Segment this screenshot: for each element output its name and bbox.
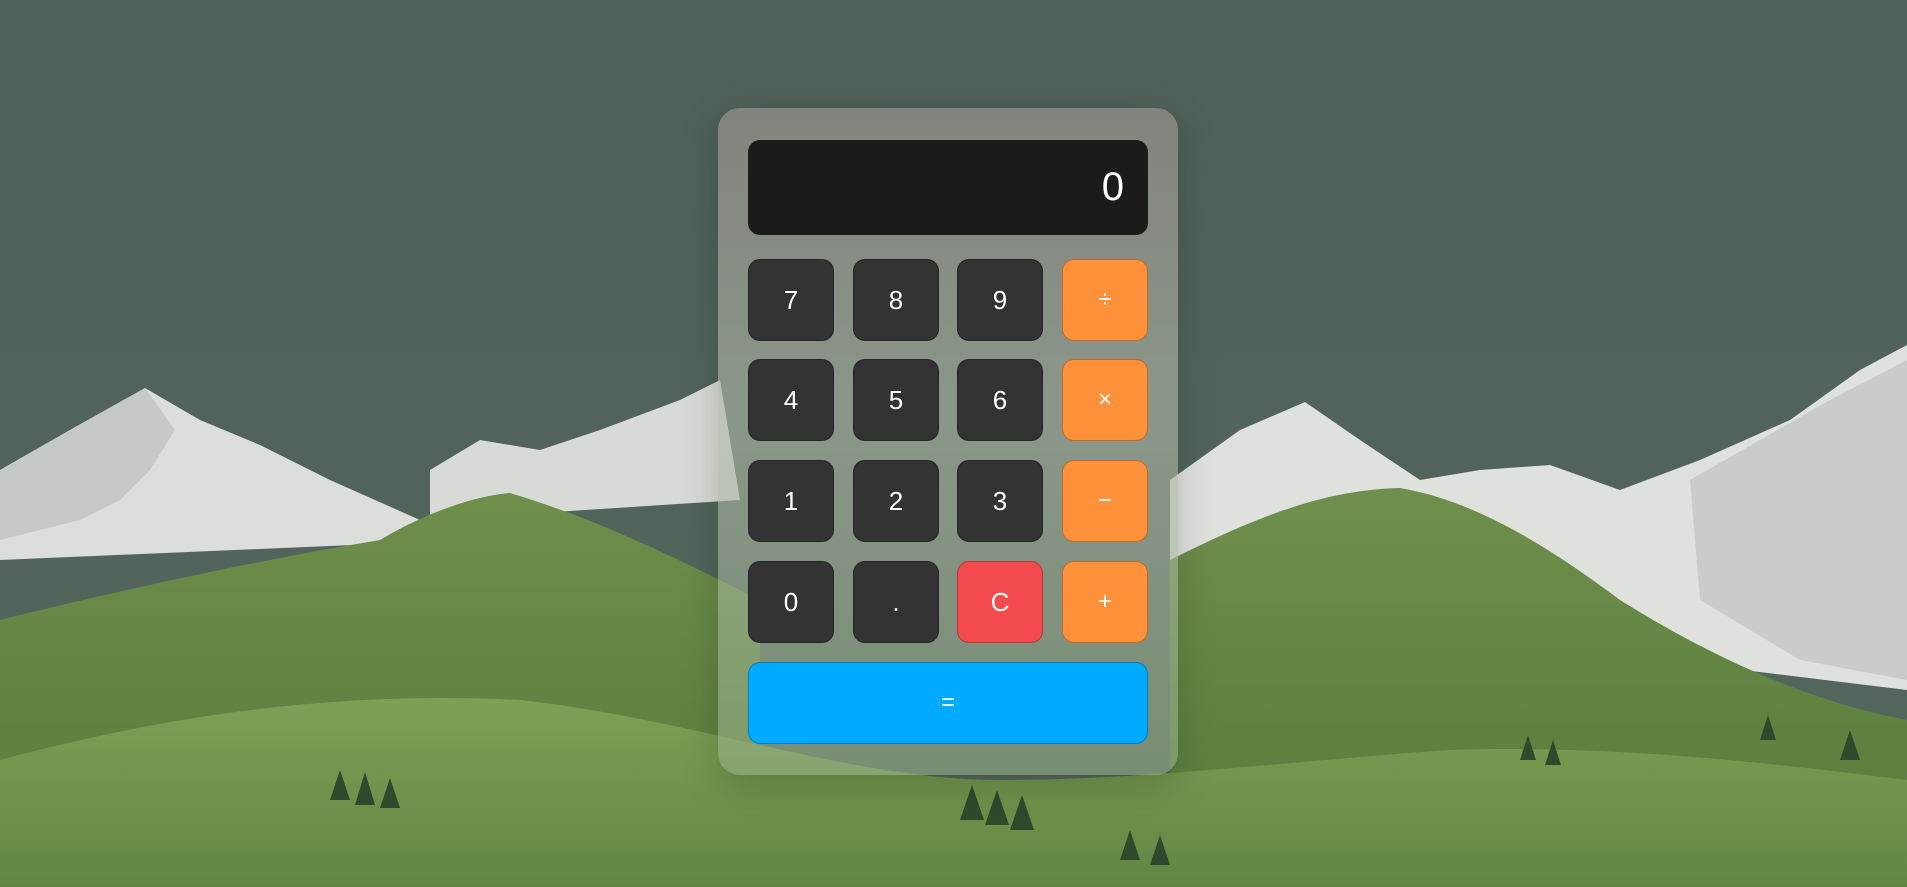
- display-value: 0: [1101, 165, 1124, 209]
- background-landscape: 0 7 8 9 ÷ 4 5 6 × 1 2 3 − 0 . C + =: [0, 0, 1907, 887]
- key-5-button[interactable]: 5: [853, 359, 939, 441]
- key-2-button[interactable]: 2: [853, 460, 939, 542]
- key-8-button[interactable]: 8: [853, 259, 939, 341]
- divide-button[interactable]: ÷: [1062, 259, 1148, 341]
- multiply-button[interactable]: ×: [1062, 359, 1148, 441]
- subtract-button[interactable]: −: [1062, 460, 1148, 542]
- decimal-button[interactable]: .: [853, 561, 939, 643]
- key-7-button[interactable]: 7: [748, 259, 834, 341]
- calculator-panel: 0 7 8 9 ÷ 4 5 6 × 1 2 3 − 0 . C + =: [718, 108, 1178, 775]
- key-3-button[interactable]: 3: [957, 460, 1043, 542]
- key-1-button[interactable]: 1: [748, 460, 834, 542]
- equals-button[interactable]: =: [748, 662, 1148, 744]
- add-button[interactable]: +: [1062, 561, 1148, 643]
- key-0-button[interactable]: 0: [748, 561, 834, 643]
- clear-button[interactable]: C: [957, 561, 1043, 643]
- key-4-button[interactable]: 4: [748, 359, 834, 441]
- key-6-button[interactable]: 6: [957, 359, 1043, 441]
- calculator-display: 0: [748, 140, 1148, 235]
- key-9-button[interactable]: 9: [957, 259, 1043, 341]
